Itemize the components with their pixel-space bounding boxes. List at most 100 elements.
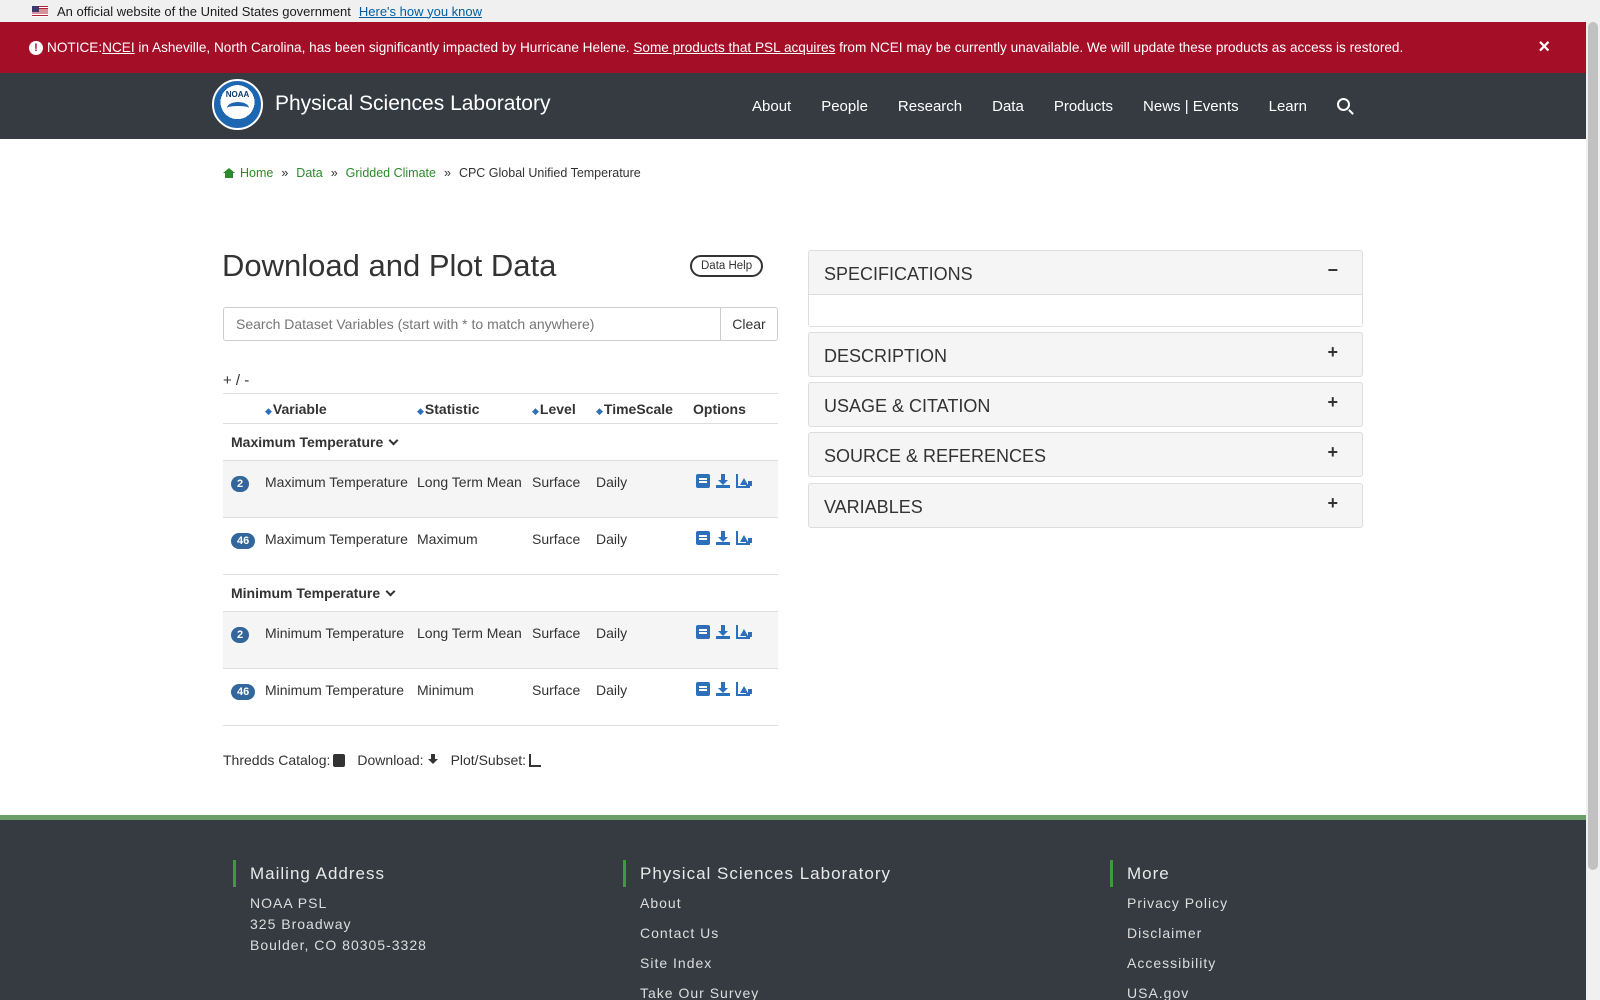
scrollbar-thumb[interactable] <box>1588 22 1598 870</box>
count-header <box>223 393 265 424</box>
nav-research[interactable]: Research <box>898 98 962 115</box>
search-input[interactable] <box>224 308 720 340</box>
download-icon[interactable] <box>716 474 730 488</box>
group-cell: Maximum Temperature <box>223 423 778 461</box>
close-icon[interactable]: × <box>1538 36 1550 59</box>
sort-icon: ◆ <box>596 405 603 416</box>
minus-icon[interactable]: − <box>1327 260 1338 281</box>
clear-button[interactable]: Clear <box>720 308 777 340</box>
site-title[interactable]: Physical Sciences Laboratory <box>275 92 550 116</box>
download-icon[interactable] <box>716 625 730 639</box>
download-icon[interactable] <box>716 682 730 696</box>
download-icon[interactable] <box>716 531 730 545</box>
column-header-level[interactable]: ◆Level <box>532 393 596 424</box>
column-header-statistic[interactable]: ◆Statistic <box>417 393 532 424</box>
plot-icon[interactable] <box>736 531 750 545</box>
accordion-variables[interactable]: VARIABLES + <box>808 483 1363 528</box>
footer-heading: Physical Sciences Laboratory <box>623 860 891 887</box>
column-label: Variable <box>272 400 327 417</box>
how-you-know-link[interactable]: Here's how you know <box>359 4 482 19</box>
thredds-catalog-icon[interactable] <box>696 474 710 488</box>
plus-icon[interactable]: + <box>1327 442 1338 463</box>
footer-link-contact[interactable]: Contact Us <box>640 926 891 940</box>
count-cell: 2 <box>223 611 265 669</box>
breadcrumb-separator: » <box>443 166 451 180</box>
plot-icon[interactable] <box>736 474 750 488</box>
plus-icon[interactable]: + <box>1327 392 1338 413</box>
breadcrumb-home[interactable]: Home <box>240 166 273 180</box>
footer-link-disclaimer[interactable]: Disclaimer <box>1127 926 1228 940</box>
column-label: Level <box>539 400 576 417</box>
options-cell <box>693 611 778 669</box>
table-row: 46 Maximum Temperature Maximum Surface D… <box>223 517 778 575</box>
nav-learn[interactable]: Learn <box>1269 98 1307 115</box>
options-legend: Thredds Catalog: Download: Plot/Subset: <box>223 752 553 768</box>
breadcrumb-data[interactable]: Data <box>296 166 322 180</box>
accordion-source-references[interactable]: SOURCE & REFERENCES + <box>808 432 1363 477</box>
page-title: Download and Plot Data <box>222 248 557 283</box>
group-label: Maximum Temperature <box>231 434 384 450</box>
us-flag-icon <box>32 5 48 17</box>
expand-collapse-toggle[interactable]: + / - <box>223 372 249 389</box>
thredds-catalog-icon[interactable] <box>696 682 710 696</box>
accordion-description[interactable]: DESCRIPTION + <box>808 332 1363 377</box>
breadcrumb-separator: » <box>281 166 289 180</box>
products-link[interactable]: Some products that PSL acquires <box>633 40 835 55</box>
footer-link-privacy[interactable]: Privacy Policy <box>1127 896 1228 910</box>
breadcrumb-gridded-climate[interactable]: Gridded Climate <box>346 166 436 180</box>
statistic-cell: Maximum <box>417 517 532 575</box>
thredds-catalog-icon[interactable] <box>696 531 710 545</box>
footer-link-usa-gov[interactable]: USA.gov <box>1127 986 1228 1000</box>
level-cell: Surface <box>532 611 596 669</box>
accordion-title: USAGE & CITATION <box>824 396 991 416</box>
level-cell: Surface <box>532 460 596 518</box>
site-footer: Mailing Address NOAA PSL 325 Broadway Bo… <box>0 820 1586 1000</box>
search-icon[interactable] <box>1337 97 1350 111</box>
data-help-button[interactable]: Data Help <box>690 255 764 277</box>
plus-icon[interactable]: + <box>1327 342 1338 363</box>
timescale-cell: Daily <box>596 611 693 669</box>
footer-heading: More <box>1110 860 1228 887</box>
column-header-options: Options <box>693 393 778 424</box>
page-scrollbar[interactable] <box>1586 0 1600 1000</box>
thredds-catalog-icon[interactable] <box>696 625 710 639</box>
column-header-variable[interactable]: ◆Variable <box>265 393 417 424</box>
address-line: NOAA PSL <box>250 895 328 911</box>
statistic-cell: Minimum <box>417 668 532 726</box>
notice-prefix: NOTICE: <box>47 40 103 55</box>
ncei-link[interactable]: NCEI <box>102 40 134 55</box>
accordion-specifications[interactable]: SPECIFICATIONS − <box>808 250 1363 327</box>
footer-link-accessibility[interactable]: Accessibility <box>1127 956 1228 970</box>
accordion-usage-citation[interactable]: USAGE & CITATION + <box>808 382 1363 427</box>
nav-about[interactable]: About <box>752 98 791 115</box>
table-row: 2 Maximum Temperature Long Term Mean Sur… <box>223 460 778 518</box>
footer-psl-column: Physical Sciences Laboratory About Conta… <box>623 860 891 1000</box>
footer-link-survey[interactable]: Take Our Survey <box>640 986 891 1000</box>
count-badge: 46 <box>231 684 256 700</box>
footer-link-site-index[interactable]: Site Index <box>640 956 891 970</box>
legend-thredds: Thredds Catalog: <box>223 752 331 768</box>
accordion-title: VARIABLES <box>824 497 923 517</box>
plot-icon[interactable] <box>736 625 750 639</box>
nav-data[interactable]: Data <box>992 98 1024 115</box>
column-label: TimeScale <box>603 400 673 417</box>
accordion-title: DESCRIPTION <box>824 346 948 366</box>
noaa-logo[interactable]: NOAA <box>212 79 263 130</box>
noaa-logo-text: NOAA <box>225 90 250 99</box>
group-row-maximum-temperature[interactable]: Maximum Temperature <box>223 423 778 461</box>
options-cell <box>693 668 778 726</box>
footer-link-about[interactable]: About <box>640 896 891 910</box>
timescale-cell: Daily <box>596 460 693 518</box>
group-row-minimum-temperature[interactable]: Minimum Temperature <box>223 574 778 612</box>
variable-cell: Maximum Temperature <box>265 517 417 575</box>
nav-people[interactable]: People <box>821 98 868 115</box>
column-label: Statistic <box>424 400 480 417</box>
sort-icon: ◆ <box>417 405 424 416</box>
nav-news-events[interactable]: News | Events <box>1143 98 1239 115</box>
statistic-cell: Long Term Mean <box>417 460 532 518</box>
plus-icon[interactable]: + <box>1327 493 1338 514</box>
legend-plot: Plot/Subset: <box>450 752 527 768</box>
column-header-timescale[interactable]: ◆TimeScale <box>596 393 693 424</box>
plot-icon[interactable] <box>736 682 750 696</box>
nav-products[interactable]: Products <box>1054 98 1113 115</box>
